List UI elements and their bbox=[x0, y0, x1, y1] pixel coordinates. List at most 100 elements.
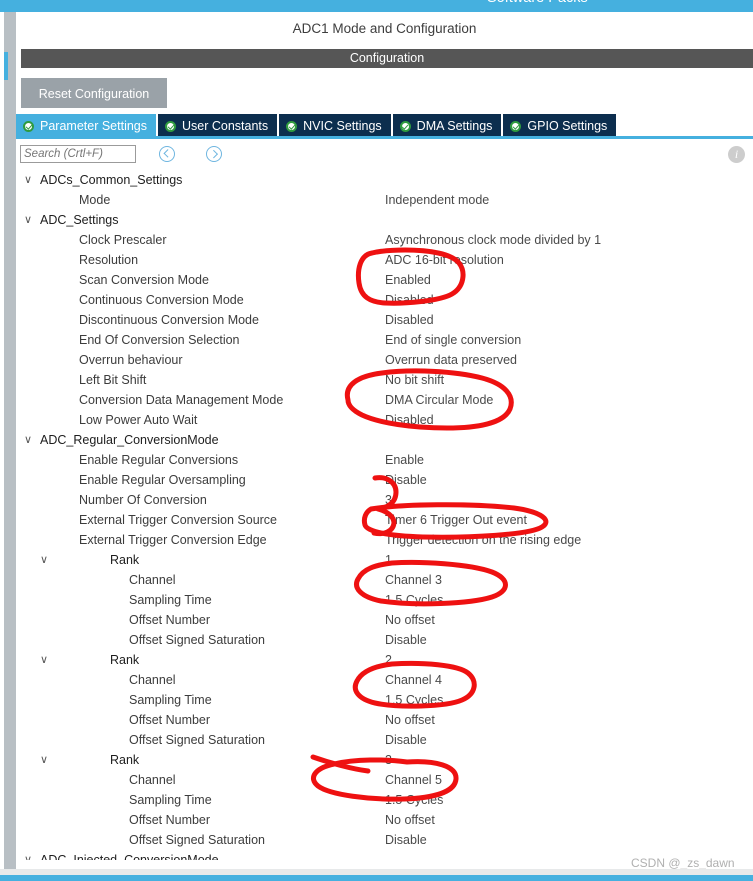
tree-row-value[interactable]: Channel 3 bbox=[385, 570, 442, 590]
tree-row-value[interactable]: ADC 16-bit resolution bbox=[385, 250, 504, 270]
tree-row-label: Overrun behaviour bbox=[79, 353, 183, 367]
tree-row[interactable]: Continuous Conversion Mode Disabled bbox=[16, 290, 753, 310]
tree-row-value[interactable]: Timer 6 Trigger Out event bbox=[385, 510, 527, 530]
tree-row-label: Rank bbox=[110, 553, 140, 567]
tree-group-row[interactable]: ∨ ADC_Regular_ConversionMode bbox=[16, 430, 753, 450]
tree-row-value[interactable]: No offset bbox=[385, 610, 435, 630]
tree-row-label: Channel bbox=[129, 773, 176, 787]
tree-group-row[interactable]: ∨ Rank 2 bbox=[16, 650, 753, 670]
tree-row[interactable]: Sampling Time 1.5 Cycles bbox=[16, 690, 753, 710]
tree-row-label: ADC_Settings bbox=[40, 213, 119, 227]
chevron-down-icon[interactable]: ∨ bbox=[22, 170, 34, 190]
tree-row-value[interactable]: 1.5 Cycles bbox=[385, 690, 443, 710]
tree-row-value[interactable]: 1 bbox=[385, 550, 392, 570]
tree-row[interactable]: Channel Channel 3 bbox=[16, 570, 753, 590]
chevron-down-icon[interactable]: ∨ bbox=[38, 550, 50, 570]
tree-row[interactable]: Left Bit Shift No bit shift bbox=[16, 370, 753, 390]
tree-row[interactable]: Discontinuous Conversion Mode Disabled bbox=[16, 310, 753, 330]
tree-row-value[interactable]: 2 bbox=[385, 650, 392, 670]
tree-row-value[interactable]: Enabled bbox=[385, 270, 431, 290]
tree-row[interactable]: Offset Number No offset bbox=[16, 710, 753, 730]
tab-parameter-settings[interactable]: Parameter Settings bbox=[16, 114, 158, 138]
tree-row-value[interactable]: Disable bbox=[385, 470, 427, 490]
parameter-tree: ∨ ADCs_Common_Settings Mode Independent mod… bbox=[16, 170, 753, 860]
tree-row-label: Enable Regular Conversions bbox=[79, 453, 239, 467]
tree-row-value[interactable]: 3 bbox=[385, 750, 392, 770]
software-packs-menu-item[interactable]: Software Packs bbox=[487, 0, 588, 6]
check-circle-icon bbox=[165, 120, 176, 132]
tree-row[interactable]: External Trigger Conversion Edge Trigger … bbox=[16, 530, 753, 550]
tab-user-constants[interactable]: User Constants bbox=[158, 114, 280, 138]
search-next-button[interactable] bbox=[206, 146, 222, 162]
chevron-down-icon[interactable]: ∨ bbox=[22, 210, 34, 230]
tree-row-value[interactable]: Disabled bbox=[385, 310, 434, 330]
tree-row-label: End Of Conversion Selection bbox=[79, 333, 240, 347]
tree-row-value[interactable]: Disabled bbox=[385, 290, 434, 310]
tree-row-value[interactable]: Disable bbox=[385, 830, 427, 850]
tree-row-value[interactable]: Enable bbox=[385, 450, 424, 470]
tree-row[interactable]: Enable Regular Conversions Enable bbox=[16, 450, 753, 470]
tree-row[interactable]: Clock Prescaler Asynchronous clock mode d… bbox=[16, 230, 753, 250]
tree-row[interactable]: Enable Regular Oversampling Disable bbox=[16, 470, 753, 490]
tree-row[interactable]: End Of Conversion Selection End of single… bbox=[16, 330, 753, 350]
tree-row-label: Sampling Time bbox=[129, 593, 212, 607]
tree-row-value[interactable]: Disabled bbox=[385, 410, 434, 430]
info-icon[interactable]: i bbox=[728, 146, 745, 163]
tree-row-value[interactable]: Channel 4 bbox=[385, 670, 442, 690]
tab-nvic-settings[interactable]: NVIC Settings bbox=[279, 114, 393, 138]
search-input[interactable] bbox=[20, 145, 136, 163]
tree-row-value[interactable]: Overrun data preserved bbox=[385, 350, 517, 370]
tree-row[interactable]: Sampling Time 1.5 Cycles bbox=[16, 790, 753, 810]
tree-row[interactable]: Channel Channel 4 bbox=[16, 670, 753, 690]
reset-configuration-button[interactable]: Reset Configuration bbox=[21, 78, 167, 108]
tree-row-value[interactable]: No offset bbox=[385, 810, 435, 830]
tree-row[interactable]: External Trigger Conversion Source Timer … bbox=[16, 510, 753, 530]
chevron-down-icon[interactable]: ∨ bbox=[38, 750, 50, 770]
tree-row[interactable]: Sampling Time 1.5 Cycles bbox=[16, 590, 753, 610]
tree-row-label: Sampling Time bbox=[129, 693, 212, 707]
tree-row-value[interactable]: Disable bbox=[385, 730, 427, 750]
tree-row[interactable]: Offset Number No offset bbox=[16, 610, 753, 630]
tree-row[interactable]: Low Power Auto Wait Disabled bbox=[16, 410, 753, 430]
tree-row[interactable]: Mode Independent mode bbox=[16, 190, 753, 210]
search-previous-button[interactable] bbox=[159, 146, 175, 162]
tree-row[interactable]: Number Of Conversion 3 bbox=[16, 490, 753, 510]
tree-row-value[interactable]: Independent mode bbox=[385, 190, 489, 210]
tree-row[interactable]: Channel Channel 5 bbox=[16, 770, 753, 790]
chevron-down-icon[interactable]: ∨ bbox=[38, 650, 50, 670]
tree-row-value[interactable]: Asynchronous clock mode divided by 1 bbox=[385, 230, 601, 250]
tab-dma-settings[interactable]: DMA Settings bbox=[392, 114, 504, 138]
tree-group-row[interactable]: ∨ ADC_Settings bbox=[16, 210, 753, 230]
tree-row[interactable]: Offset Signed Saturation Disable bbox=[16, 830, 753, 850]
chevron-down-icon[interactable]: ∨ bbox=[22, 430, 34, 450]
tab-label: NVIC Settings bbox=[303, 119, 382, 133]
tree-row-value[interactable]: No bit shift bbox=[385, 370, 444, 390]
tree-row-value[interactable]: 1.5 Cycles bbox=[385, 790, 443, 810]
tree-row-value[interactable]: End of single conversion bbox=[385, 330, 521, 350]
tab-gpio-settings[interactable]: GPIO Settings bbox=[503, 114, 619, 138]
tree-row[interactable]: Conversion Data Management Mode DMA Circu… bbox=[16, 390, 753, 410]
tree-row[interactable]: Overrun behaviour Overrun data preserved bbox=[16, 350, 753, 370]
tree-row-value[interactable]: 1.5 Cycles bbox=[385, 590, 443, 610]
tab-label: GPIO Settings bbox=[527, 119, 608, 133]
chevron-down-icon[interactable]: ∨ bbox=[22, 850, 34, 860]
tree-row-label: Scan Conversion Mode bbox=[79, 273, 209, 287]
tree-row[interactable]: Offset Signed Saturation Disable bbox=[16, 730, 753, 750]
tree-row[interactable]: Scan Conversion Mode Enabled bbox=[16, 270, 753, 290]
tree-row-value[interactable]: Disable bbox=[385, 630, 427, 650]
tree-row[interactable]: Offset Number No offset bbox=[16, 810, 753, 830]
tree-row[interactable]: Offset Signed Saturation Disable bbox=[16, 630, 753, 650]
watermark: CSDN @_zs_dawn bbox=[631, 856, 735, 870]
tree-row[interactable]: Resolution ADC 16-bit resolution bbox=[16, 250, 753, 270]
tree-row-value[interactable]: Trigger detection on the rising edge bbox=[385, 530, 581, 550]
tree-row-label: Discontinuous Conversion Mode bbox=[79, 313, 259, 327]
tree-row-value[interactable]: 3 bbox=[385, 490, 392, 510]
tree-row-value[interactable]: Channel 5 bbox=[385, 770, 442, 790]
tree-row-value[interactable]: DMA Circular Mode bbox=[385, 390, 493, 410]
tree-row-value[interactable]: No offset bbox=[385, 710, 435, 730]
tree-group-row[interactable]: ∨ Rank 3 bbox=[16, 750, 753, 770]
tabbar-underline bbox=[16, 136, 753, 139]
tree-group-row[interactable]: ∨ Rank 1 bbox=[16, 550, 753, 570]
settings-tabbar: Parameter Settings User Constants NVIC Set… bbox=[16, 114, 753, 138]
tree-group-row[interactable]: ∨ ADCs_Common_Settings bbox=[16, 170, 753, 190]
